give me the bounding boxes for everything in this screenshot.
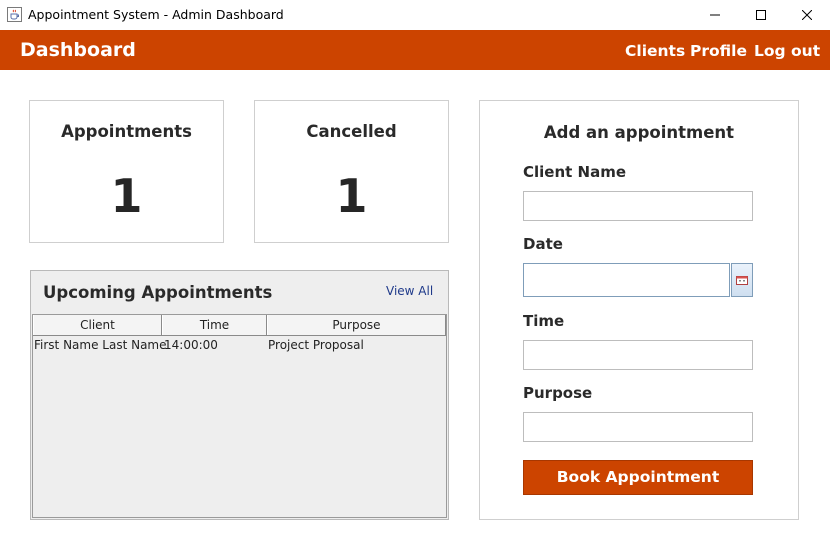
- minimize-icon: [710, 14, 720, 16]
- date-label: Date: [523, 235, 563, 253]
- window-titlebar: Appointment System - Admin Dashboard: [0, 0, 830, 30]
- nav-logout-link[interactable]: Log out: [754, 42, 820, 60]
- column-header-time[interactable]: Time: [162, 315, 267, 335]
- table-row[interactable]: First Name Last Name 14:00:00 Project Pr…: [33, 337, 446, 355]
- nav-profile-link[interactable]: Profile: [690, 42, 747, 60]
- appointments-stat-label: Appointments: [61, 122, 192, 141]
- window-title: Appointment System - Admin Dashboard: [28, 7, 284, 22]
- column-header-purpose[interactable]: Purpose: [267, 315, 446, 335]
- appointments-table[interactable]: Client Time Purpose First Name Last Name…: [32, 314, 447, 518]
- date-input[interactable]: [523, 263, 730, 297]
- book-appointment-button[interactable]: Book Appointment: [523, 460, 753, 495]
- close-button[interactable]: [784, 0, 830, 30]
- time-label: Time: [523, 312, 565, 330]
- maximize-button[interactable]: [738, 0, 784, 30]
- header-title: Dashboard: [20, 39, 136, 61]
- cell-time: 14:00:00: [164, 338, 218, 352]
- client-name-input[interactable]: [523, 191, 753, 221]
- column-header-client[interactable]: Client: [33, 315, 162, 335]
- view-all-link[interactable]: View All: [386, 284, 433, 298]
- java-cup-icon: [7, 7, 22, 22]
- maximize-icon: [756, 10, 766, 20]
- purpose-input[interactable]: [523, 412, 753, 442]
- cell-client: First Name Last Name: [34, 338, 167, 352]
- minimize-button[interactable]: [692, 0, 738, 30]
- calendar-icon: [736, 276, 748, 285]
- close-icon: [802, 10, 812, 20]
- form-title: Add an appointment: [543, 123, 735, 142]
- upcoming-appointments-panel: Upcoming Appointments View All Client Ti…: [30, 270, 449, 520]
- upcoming-appointments-title: Upcoming Appointments: [43, 283, 273, 302]
- cell-purpose: Project Proposal: [268, 338, 364, 352]
- time-input[interactable]: [523, 340, 753, 370]
- app-header: Dashboard Clients Profile Log out: [0, 30, 830, 70]
- purpose-label: Purpose: [523, 384, 593, 402]
- appointments-stat-card: Appointments 1: [29, 100, 224, 243]
- client-name-label: Client Name: [523, 163, 627, 181]
- cancelled-stat-label: Cancelled: [306, 122, 397, 141]
- nav-clients-link[interactable]: Clients: [625, 42, 685, 60]
- appointments-stat-value: 1: [110, 169, 143, 223]
- date-picker-button[interactable]: [731, 263, 753, 297]
- add-appointment-form: Add an appointment Client Name Date Time…: [479, 100, 799, 520]
- cancelled-stat-value: 1: [335, 169, 368, 223]
- cancelled-stat-card: Cancelled 1: [254, 100, 449, 243]
- table-header: Client Time Purpose: [33, 315, 446, 336]
